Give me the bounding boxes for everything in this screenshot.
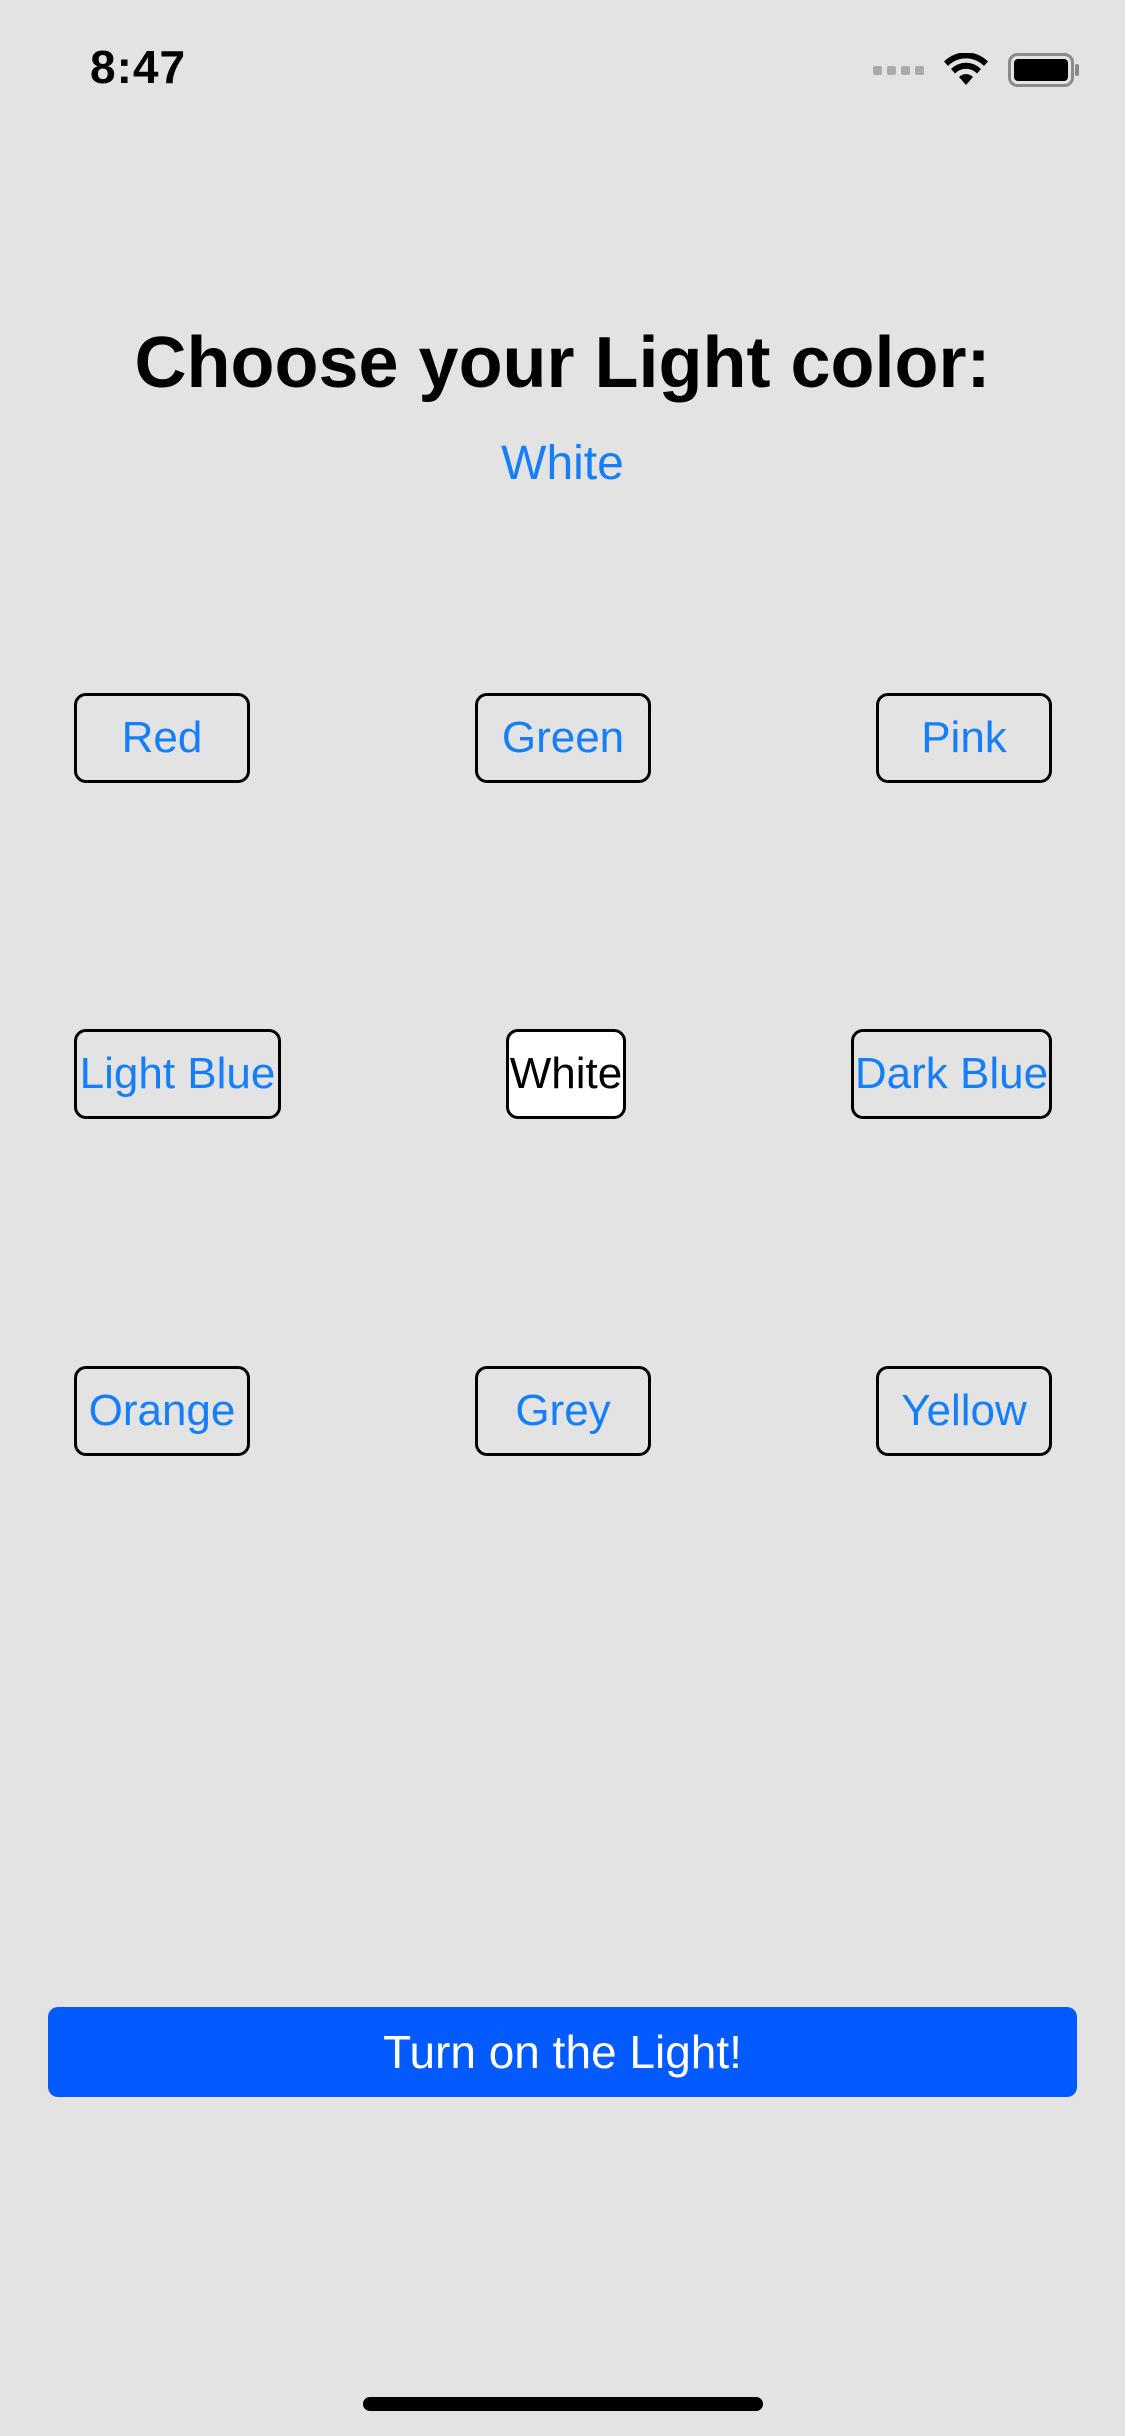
page-title: Choose your Light color:: [134, 323, 991, 403]
cellular-signal-icon: [873, 65, 924, 75]
color-option-pink[interactable]: Pink: [876, 693, 1052, 783]
color-option-grey[interactable]: Grey: [475, 1366, 651, 1456]
status-icons: [873, 50, 1080, 90]
color-option-green[interactable]: Green: [475, 693, 651, 783]
selected-color-label: White: [501, 437, 624, 490]
status-time: 8:47: [90, 41, 187, 93]
color-option-yellow[interactable]: Yellow: [876, 1366, 1052, 1456]
color-option-light-blue[interactable]: Light Blue: [74, 1029, 281, 1119]
color-option-red[interactable]: Red: [74, 693, 250, 783]
turn-on-light-button[interactable]: Turn on the Light!: [48, 2007, 1077, 2097]
battery-icon: [1008, 53, 1079, 87]
wifi-icon: [944, 53, 988, 85]
home-indicator[interactable]: [363, 2397, 763, 2411]
color-option-orange[interactable]: Orange: [74, 1366, 250, 1456]
color-option-dark-blue[interactable]: Dark Blue: [851, 1029, 1052, 1119]
color-option-white[interactable]: White: [506, 1029, 626, 1119]
